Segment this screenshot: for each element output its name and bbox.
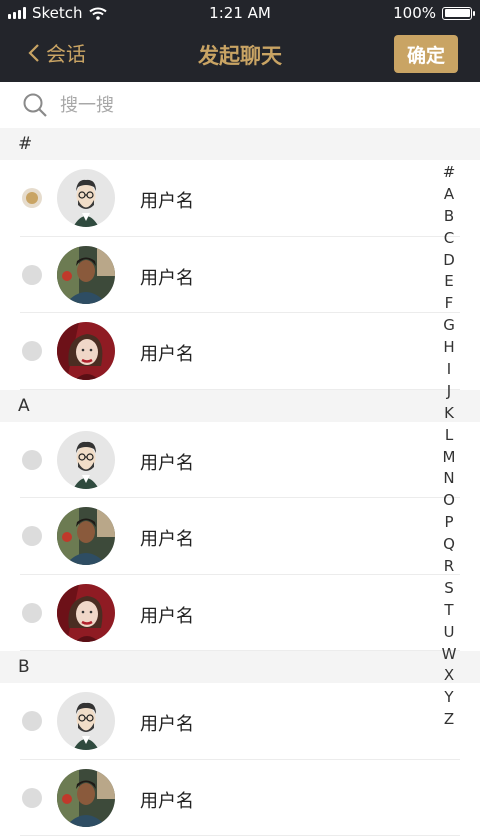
contact-name: 用户名 — [140, 264, 194, 290]
contact-row[interactable]: 用户名 — [0, 575, 480, 652]
battery-icon — [442, 7, 472, 20]
confirm-button[interactable]: 确定 — [394, 35, 458, 73]
index-letter[interactable]: U — [440, 622, 458, 644]
top-bar: Sketch 1:21 AM 100% 会话 发起聊天 确定 — [0, 0, 480, 82]
select-radio[interactable] — [22, 788, 42, 808]
index-letter[interactable]: N — [440, 468, 458, 490]
index-letter[interactable]: Y — [440, 687, 458, 709]
index-letter[interactable]: X — [440, 665, 458, 687]
select-radio[interactable] — [22, 188, 42, 208]
section-header: A — [0, 390, 480, 422]
contact-row[interactable]: 用户名 — [0, 683, 480, 760]
index-letter[interactable]: I — [440, 359, 458, 381]
avatar — [57, 584, 115, 642]
contact-row[interactable]: 用户名 — [0, 760, 480, 836]
select-radio[interactable] — [22, 603, 42, 623]
nav-bar: 会话 发起聊天 确定 — [0, 26, 480, 82]
index-letter[interactable]: Q — [440, 534, 458, 556]
contact-row[interactable]: 用户名 — [0, 422, 480, 499]
contact-row[interactable]: 用户名 — [0, 237, 480, 314]
index-letter[interactable]: Z — [440, 709, 458, 731]
index-letter[interactable]: # — [440, 162, 458, 184]
avatar — [57, 769, 115, 827]
select-radio[interactable] — [22, 341, 42, 361]
index-letter[interactable]: H — [440, 337, 458, 359]
contact-name: 用户名 — [140, 449, 194, 475]
avatar — [57, 246, 115, 304]
index-letter[interactable]: M — [440, 447, 458, 469]
alphabet-index[interactable]: #ABCDEFGHIJKLMNOPQRSTUWXYZ — [440, 162, 458, 731]
row-divider — [20, 650, 460, 651]
section-header: # — [0, 128, 480, 160]
index-letter[interactable]: A — [440, 184, 458, 206]
select-radio[interactable] — [22, 265, 42, 285]
search-input[interactable] — [58, 94, 442, 117]
index-letter[interactable]: T — [440, 600, 458, 622]
select-radio[interactable] — [22, 526, 42, 546]
contact-list: # 用户名 用户名 用户名 A — [0, 128, 480, 836]
battery-percent: 100% — [393, 4, 436, 22]
index-letter[interactable]: S — [440, 578, 458, 600]
index-letter[interactable]: K — [440, 403, 458, 425]
contact-name: 用户名 — [140, 602, 194, 628]
index-letter[interactable]: C — [440, 228, 458, 250]
index-letter[interactable]: R — [440, 556, 458, 578]
contact-name: 用户名 — [140, 710, 194, 736]
index-letter[interactable]: D — [440, 250, 458, 272]
select-radio[interactable] — [22, 711, 42, 731]
contact-name: 用户名 — [140, 340, 194, 366]
contact-row[interactable]: 用户名 — [0, 498, 480, 575]
avatar — [57, 507, 115, 565]
index-letter[interactable]: G — [440, 315, 458, 337]
contact-name: 用户名 — [140, 525, 194, 551]
avatar — [57, 169, 115, 227]
index-letter[interactable]: E — [440, 271, 458, 293]
search-icon — [22, 92, 48, 118]
index-letter[interactable]: P — [440, 512, 458, 534]
index-letter[interactable]: O — [440, 490, 458, 512]
select-radio[interactable] — [22, 450, 42, 470]
index-letter[interactable]: F — [440, 293, 458, 315]
status-bar: Sketch 1:21 AM 100% — [0, 0, 480, 26]
index-letter[interactable]: J — [440, 381, 458, 403]
avatar — [57, 322, 115, 380]
avatar — [57, 692, 115, 750]
section-header: B — [0, 651, 480, 683]
row-divider — [20, 389, 460, 390]
contact-row[interactable]: 用户名 — [0, 313, 480, 390]
contact-name: 用户名 — [140, 187, 194, 213]
avatar — [57, 431, 115, 489]
contact-row[interactable]: 用户名 — [0, 160, 480, 237]
index-letter[interactable]: B — [440, 206, 458, 228]
index-letter[interactable]: W — [440, 644, 458, 666]
index-letter[interactable]: L — [440, 425, 458, 447]
search-bar — [0, 82, 480, 129]
